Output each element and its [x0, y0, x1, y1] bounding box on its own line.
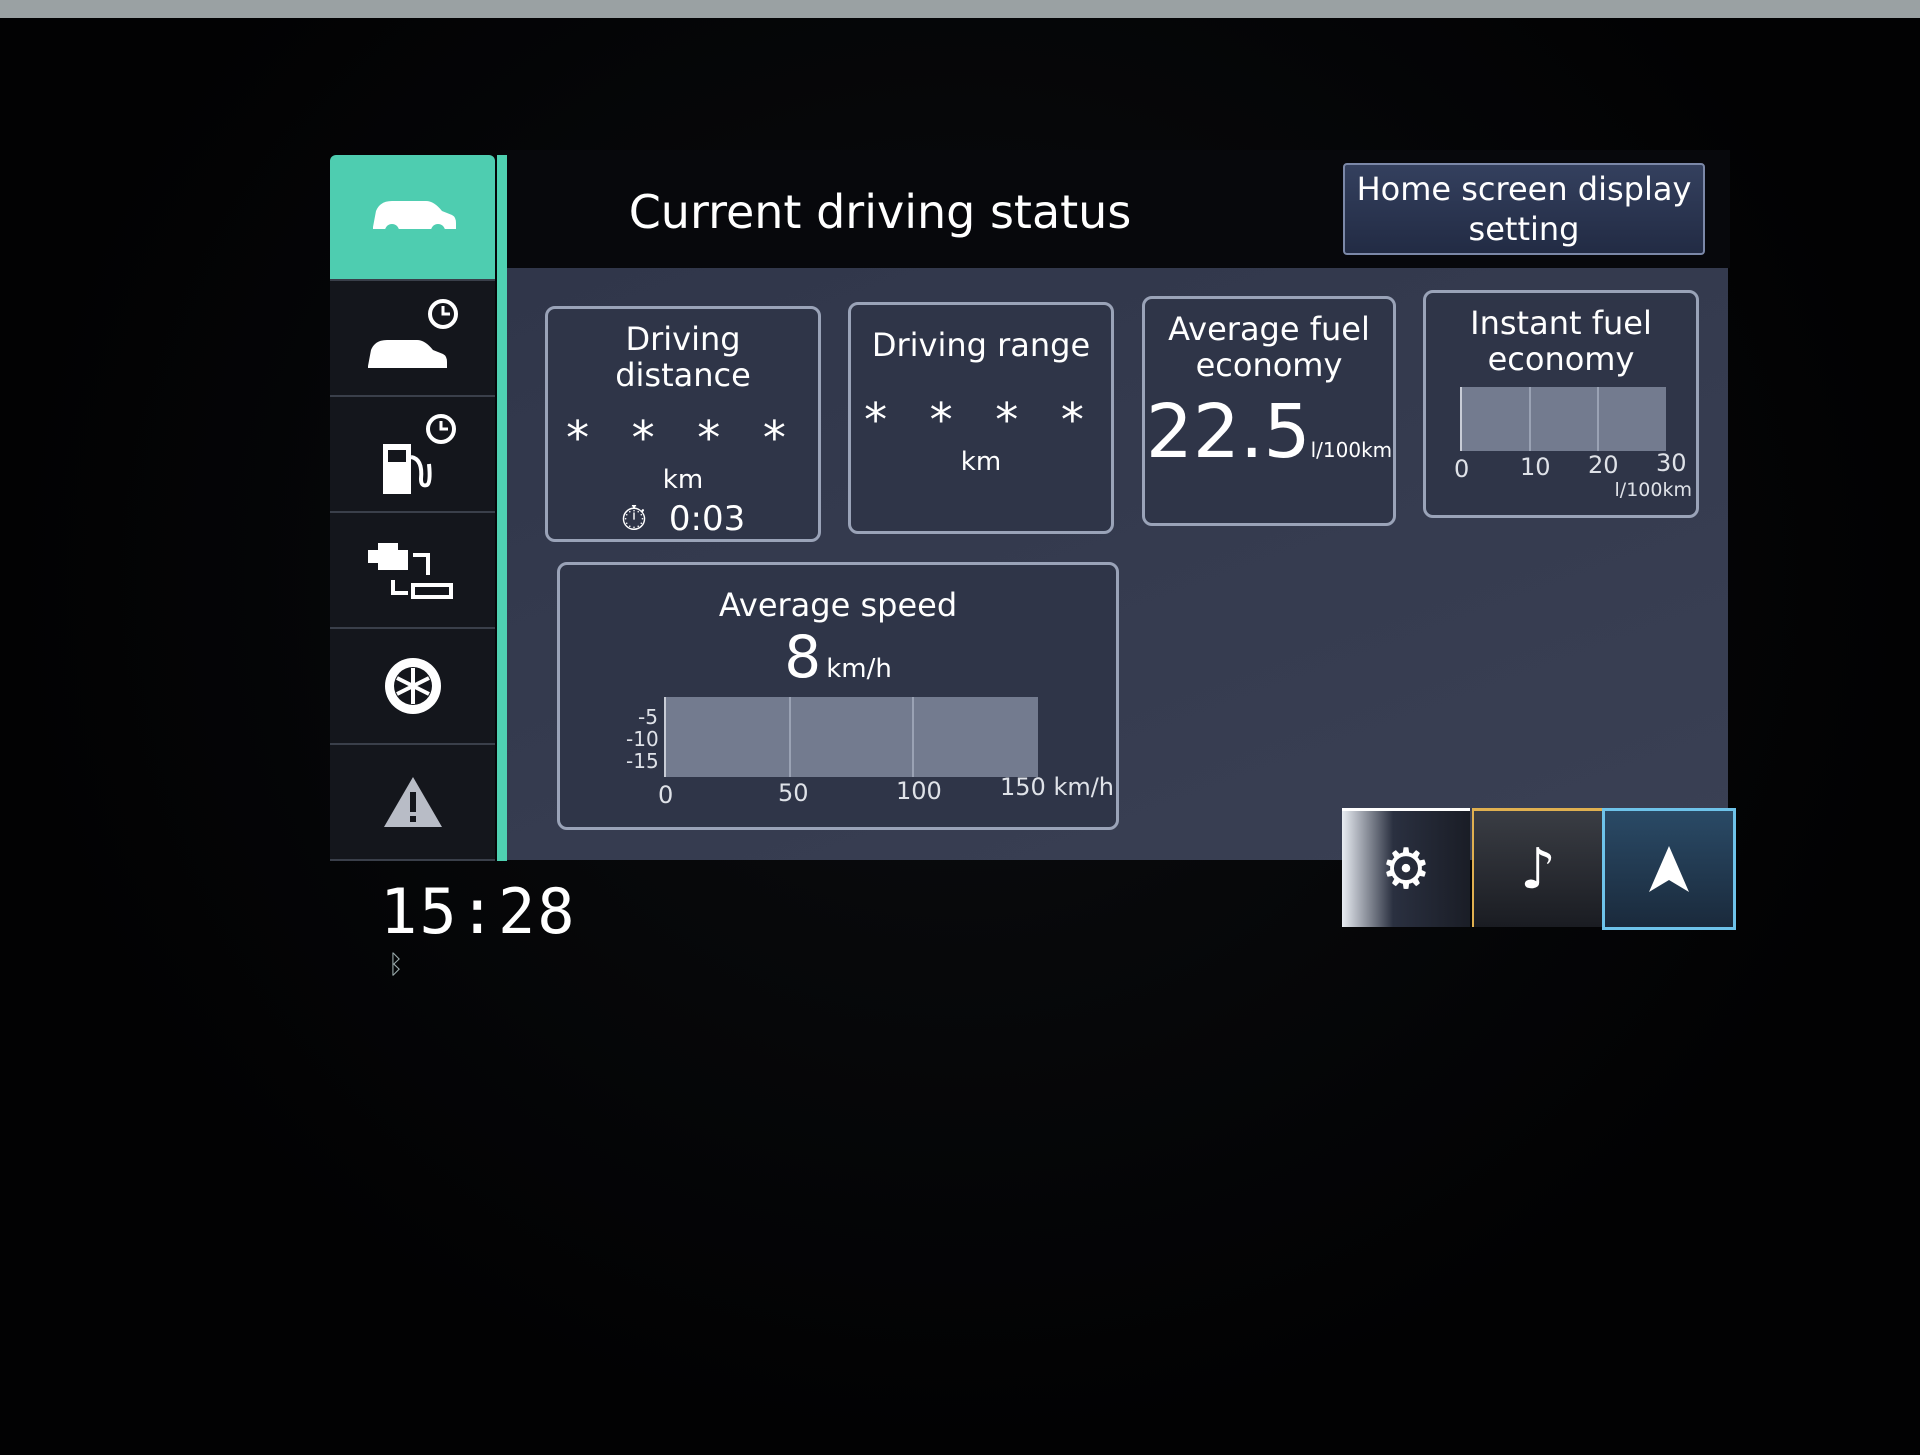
tick-label: 30: [1656, 449, 1687, 477]
average-fuel-unit: l/100km: [1310, 438, 1393, 462]
average-speed-gauge: [664, 697, 1038, 777]
car-icon: [372, 201, 456, 238]
dashboard-edge: [0, 0, 1920, 18]
stopwatch-icon: ⏱: [620, 499, 648, 539]
range-value: * * * *: [864, 393, 1098, 447]
instant-fuel-gauge: [1460, 387, 1666, 451]
sidebar-item-current-status[interactable]: [330, 155, 495, 281]
distance-value: * * * *: [566, 411, 800, 465]
y-tick: -15: [626, 749, 659, 773]
sidebar-item-warnings[interactable]: [330, 745, 495, 861]
card-title: Instant fuel economy: [1470, 304, 1652, 378]
clock: 15:28: [380, 875, 577, 948]
sidebar-item-trip-history[interactable]: [330, 281, 495, 397]
driving-range-card: Driving range * * * * km: [848, 302, 1114, 534]
driving-distance-card: Driving distance * * * * km ⏱ 0:03: [545, 306, 821, 542]
x-tick: 50: [778, 779, 809, 807]
average-fuel-economy-card: Average fuel economy 22.5l/100km: [1142, 296, 1396, 526]
warning-icon: [383, 777, 442, 827]
bluetooth-icon: ᛒ: [388, 950, 404, 980]
navigation-arrow-icon: [1649, 846, 1689, 892]
instant-fuel-economy-card: Instant fuel economy 0 10 20 30 l/100km: [1423, 290, 1699, 518]
card-title: Average fuel economy: [1168, 310, 1370, 384]
x-tick: 100: [896, 777, 942, 805]
tick-label: 10: [1520, 453, 1551, 481]
engine-diagnostics-icon: [367, 543, 453, 599]
fuel-history-icon: [382, 414, 456, 494]
card-title: Driving range: [871, 326, 1091, 364]
sidebar-item-tires[interactable]: [330, 629, 495, 745]
media-button[interactable]: ♪: [1472, 808, 1602, 927]
range-unit: km: [960, 447, 1002, 477]
settings-gear-icon: ⚙: [1380, 836, 1432, 902]
y-tick: -5: [638, 705, 658, 729]
sidebar-item-diagnostics[interactable]: [330, 513, 495, 629]
average-speed-unit: km/h: [826, 654, 892, 684]
settings-button[interactable]: ⚙: [1342, 808, 1470, 927]
average-fuel-value: 22.5: [1145, 389, 1311, 475]
sidebar-accent: [497, 155, 507, 861]
average-speed-value: 8: [784, 623, 822, 691]
x-tick: 150 km/h: [1000, 773, 1115, 801]
tick-label: 20: [1588, 451, 1619, 479]
car-history-icon: [367, 299, 458, 368]
home-screen-display-setting-button[interactable]: Home screen display setting: [1343, 163, 1705, 255]
navigation-button[interactable]: [1602, 808, 1736, 930]
unit-label: l/100km: [1614, 479, 1692, 501]
average-speed-card: Average speed 8 km/h -5 -10 -15 0 50 100…: [557, 562, 1119, 830]
tick-label: 0: [1454, 455, 1470, 483]
distance-unit: km: [662, 465, 704, 495]
page-title: Current driving status: [628, 185, 1132, 239]
y-tick: -10: [626, 727, 659, 751]
x-tick: 0: [658, 781, 674, 809]
tire-icon: [384, 658, 441, 714]
card-title: Driving distance: [615, 320, 751, 394]
home-button-label: Home screen display setting: [1356, 170, 1692, 248]
driving-time: 0:03: [668, 499, 746, 539]
sidebar-item-fuel-history[interactable]: [330, 397, 495, 513]
music-note-icon: ♪: [1520, 836, 1556, 902]
card-title: Average speed: [718, 586, 958, 624]
